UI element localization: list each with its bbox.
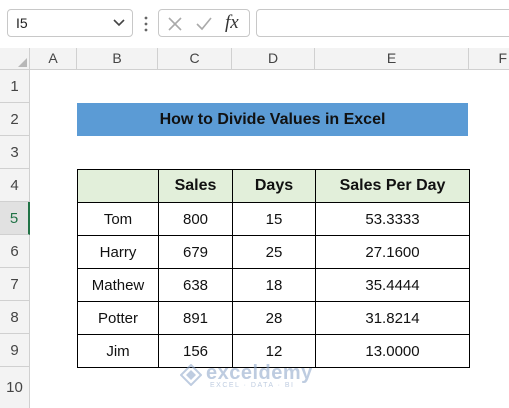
name-cell[interactable]: Tom: [77, 202, 159, 236]
row-header-4[interactable]: 4: [0, 169, 30, 202]
column-header-a[interactable]: A: [30, 48, 77, 69]
name-box-value: I5: [16, 15, 28, 31]
insert-function-button[interactable]: fx: [225, 12, 239, 34]
row-header-1[interactable]: 1: [0, 70, 30, 103]
cancel-icon[interactable]: [167, 16, 183, 32]
table-row: Tom 800 15 53.3333: [77, 202, 470, 236]
sales-per-day-cell[interactable]: 35.4444: [315, 268, 470, 302]
sales-per-day-cell[interactable]: 27.1600: [315, 235, 470, 269]
name-cell[interactable]: Potter: [77, 301, 159, 335]
select-all-triangle-icon: [18, 58, 27, 67]
sales-per-day-cell[interactable]: 53.3333: [315, 202, 470, 236]
sales-cell[interactable]: 800: [158, 202, 233, 236]
row-header-8[interactable]: 8: [0, 301, 30, 334]
drag-handle-icon[interactable]: [143, 15, 149, 33]
column-header-d[interactable]: D: [232, 48, 315, 69]
sales-cell[interactable]: 638: [158, 268, 233, 302]
enter-check-icon[interactable]: [195, 16, 213, 32]
days-cell[interactable]: 25: [232, 235, 316, 269]
row-header-5[interactable]: 5: [0, 202, 30, 235]
row-header-2[interactable]: 2: [0, 103, 30, 136]
table-header-row: Sales Days Sales Per Day: [77, 169, 470, 203]
name-cell[interactable]: Jim: [77, 334, 159, 368]
sales-per-day-cell[interactable]: 31.8214: [315, 301, 470, 335]
column-header-c[interactable]: C: [158, 48, 232, 69]
days-cell[interactable]: 18: [232, 268, 316, 302]
table-row: Mathew 638 18 35.4444: [77, 268, 470, 302]
name-cell[interactable]: Harry: [77, 235, 159, 269]
days-cell[interactable]: 28: [232, 301, 316, 335]
exceldemy-logo-icon: [180, 364, 202, 386]
sales-cell[interactable]: 679: [158, 235, 233, 269]
column-header-f[interactable]: F: [469, 48, 509, 69]
formula-buttons: fx: [158, 9, 250, 37]
sales-per-day-cell[interactable]: 13.0000: [315, 334, 470, 368]
select-all-button[interactable]: [0, 48, 30, 69]
days-cell[interactable]: 15: [232, 202, 316, 236]
sales-table: Sales Days Sales Per Day Tom 800 15 53.3…: [77, 169, 470, 368]
row-header-10[interactable]: 10: [0, 367, 30, 408]
sales-cell[interactable]: 891: [158, 301, 233, 335]
column-header-bar: A B C D E F: [0, 48, 509, 70]
watermark: exceldemy EXCEL · DATA · BI: [180, 362, 330, 392]
name-cell[interactable]: Mathew: [77, 268, 159, 302]
column-header-e[interactable]: E: [315, 48, 469, 69]
table-row: Harry 679 25 27.1600: [77, 235, 470, 269]
row-header-6[interactable]: 6: [0, 235, 30, 268]
formula-bar: I5 fx: [0, 0, 509, 48]
row-header-7[interactable]: 7: [0, 268, 30, 301]
header-cell-name[interactable]: [77, 169, 159, 203]
title-banner[interactable]: How to Divide Values in Excel: [77, 103, 468, 136]
header-cell-sales[interactable]: Sales: [158, 169, 233, 203]
header-cell-days[interactable]: Days: [232, 169, 316, 203]
watermark-tagline: EXCEL · DATA · BI: [210, 382, 295, 389]
table-row: Potter 891 28 31.8214: [77, 301, 470, 335]
header-cell-sales-per-day[interactable]: Sales Per Day: [315, 169, 470, 203]
chevron-down-icon[interactable]: [112, 17, 126, 29]
formula-input[interactable]: [256, 9, 509, 37]
row-header-9[interactable]: 9: [0, 334, 30, 367]
row-header-3[interactable]: 3: [0, 136, 30, 169]
column-header-b[interactable]: B: [77, 48, 158, 69]
name-box[interactable]: I5: [7, 9, 133, 37]
